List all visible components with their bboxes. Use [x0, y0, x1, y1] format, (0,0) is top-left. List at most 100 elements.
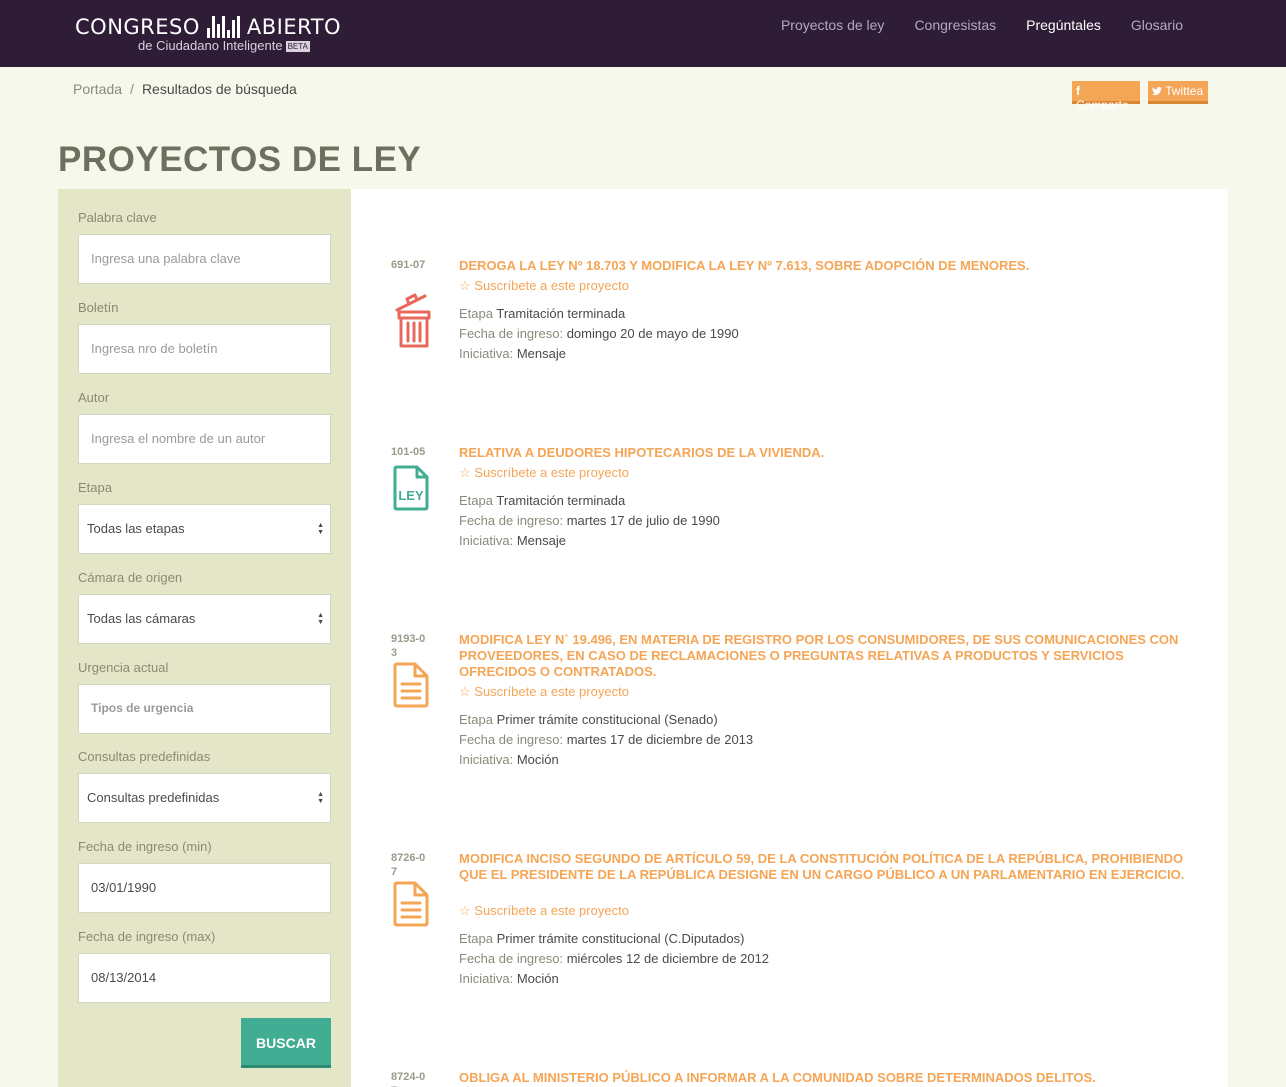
logo-subtitle: de Ciudadano Inteligente BETA: [138, 38, 310, 53]
star-icon: ☆: [459, 903, 471, 918]
keyword-input[interactable]: Ingresa una palabra clave: [78, 234, 331, 284]
nav-item-proyectos[interactable]: Proyectos de ley: [781, 17, 885, 33]
subscribe-link[interactable]: ☆ Suscríbete a este proyecto: [459, 278, 629, 294]
meta-fecha-label: Fecha de ingreso:: [459, 326, 564, 341]
meta-fecha-row: Fecha de ingreso: martes 17 de julio de …: [459, 511, 720, 531]
fecha-max-value: 08/13/2014: [91, 970, 157, 985]
meta-iniciativa-row: Iniciativa: Moción: [459, 750, 753, 770]
meta-fecha-row: Fecha de ingreso: martes 17 de diciembre…: [459, 730, 753, 750]
breadcrumb-current: Resultados de búsqueda: [141, 81, 297, 97]
meta-etapa-value: Tramitación terminada: [496, 306, 626, 321]
bill-title-link[interactable]: DEROGA LA LEY Nº 18.703 Y MODIFICA LA LE…: [459, 258, 1194, 274]
meta-etapa-label: Etapa: [459, 931, 493, 946]
bill-title-link[interactable]: RELATIVA A DEUDORES HIPOTECARIOS DE LA V…: [459, 445, 1194, 461]
subscribe-label: Suscríbete a este proyecto: [474, 278, 629, 293]
meta-iniciativa-row: Iniciativa: Mensaje: [459, 531, 720, 551]
bill-number[interactable]: 8726-07: [391, 851, 431, 879]
facebook-icon: f: [1076, 84, 1080, 98]
subscribe-label: Suscríbete a este proyecto: [474, 684, 629, 699]
site-logo[interactable]: CONGRESO ABIERTO de Ciudadano Inteligent…: [75, 11, 341, 57]
meta-iniciativa-value: Mensaje: [516, 346, 566, 361]
meta-fecha-label: Fecha de ingreso:: [459, 732, 564, 747]
bill-number[interactable]: 9193-03: [391, 632, 431, 660]
page-title: PROYECTOS DE LEY: [58, 140, 422, 179]
select-arrows-icon: ▲ ▼: [317, 791, 324, 805]
bill-meta: Etapa Tramitación terminada Fecha de ing…: [459, 304, 739, 364]
results-list: 691-07 DEROGA LA LEY Nº 18.703 Y MODIFIC…: [351, 189, 1228, 1087]
star-icon: ☆: [459, 465, 471, 480]
urgencia-label: Urgencia actual: [78, 660, 169, 675]
meta-etapa-row: Etapa Primer trámite constitucional (Sen…: [459, 710, 753, 730]
boletin-label: Boletín: [78, 300, 119, 315]
bill-meta: Etapa Tramitación terminada Fecha de ing…: [459, 491, 720, 551]
select-arrows-icon: ▲ ▼: [317, 522, 324, 536]
ley-document-icon: LEY: [391, 465, 441, 525]
nav-item-glosario[interactable]: Glosario: [1131, 17, 1183, 33]
meta-etapa-label: Etapa: [459, 306, 493, 321]
camara-selected: Todas las cámaras: [87, 611, 196, 626]
meta-fecha-value: martes 17 de diciembre de 2013: [566, 732, 754, 747]
camara-select[interactable]: Todas las cámaras ▲ ▼: [78, 594, 331, 644]
meta-etapa-row: Etapa Primer trámite constitucional (C.D…: [459, 929, 769, 949]
meta-iniciativa-label: Iniciativa:: [459, 971, 514, 986]
meta-fecha-value: miércoles 12 de diciembre de 2012: [566, 951, 770, 966]
beta-badge: BETA: [285, 41, 310, 52]
etapa-select[interactable]: Todas las etapas ▲ ▼: [78, 504, 331, 554]
meta-etapa-label: Etapa: [459, 493, 493, 508]
bill-meta: Etapa Primer trámite constitucional (Sen…: [459, 710, 753, 770]
meta-etapa-label: Etapa: [459, 712, 493, 727]
share-twitter-button[interactable]: Twittea: [1148, 81, 1208, 104]
bill-title-link[interactable]: MODIFICA LEY N` 19.496, EN MATERIA DE RE…: [459, 632, 1194, 680]
nav-item-preguntales[interactable]: Pregúntales: [1026, 17, 1101, 33]
star-icon: ☆: [459, 684, 471, 699]
fecha-max-label: Fecha de ingreso (max): [78, 929, 216, 944]
camara-label: Cámara de origen: [78, 570, 183, 585]
meta-iniciativa-row: Iniciativa: Mensaje: [459, 344, 739, 364]
svg-text:LEY: LEY: [398, 488, 424, 503]
meta-etapa-row: Etapa Tramitación terminada: [459, 491, 720, 511]
meta-fecha-label: Fecha de ingreso:: [459, 951, 564, 966]
meta-etapa-value: Tramitación terminada: [496, 493, 626, 508]
boletin-input[interactable]: Ingresa nro de boletín: [78, 324, 331, 374]
subscribe-label: Suscríbete a este proyecto: [474, 465, 629, 480]
meta-iniciativa-label: Iniciativa:: [459, 533, 514, 548]
bill-title-link[interactable]: MODIFICA INCISO SEGUNDO DE ARTÍCULO 59, …: [459, 851, 1194, 883]
bill-number[interactable]: 8724-07: [391, 1070, 431, 1087]
select-arrows-icon: ▲ ▼: [317, 612, 324, 626]
subscribe-label: Suscríbete a este proyecto: [474, 903, 629, 918]
logo-wordmark: CONGRESO ABIERTO: [75, 15, 341, 39]
breadcrumb-home[interactable]: Portada: [73, 81, 122, 97]
document-icon: [391, 881, 441, 941]
bill-meta: Etapa Primer trámite constitucional (C.D…: [459, 929, 769, 989]
boletin-placeholder: Ingresa nro de boletín: [91, 341, 218, 356]
meta-fecha-row: Fecha de ingreso: miércoles 12 de diciem…: [459, 949, 769, 969]
urgencia-placeholder: Tipos de urgencia: [91, 701, 194, 715]
meta-etapa-row: Etapa Tramitación terminada: [459, 304, 739, 324]
bill-title-link[interactable]: OBLIGA AL MINISTERIO PÚBLICO A INFORMAR …: [459, 1070, 1194, 1086]
consultas-selected: Consultas predefinidas: [87, 790, 220, 805]
share-facebook-button[interactable]: f Comparte: [1072, 81, 1140, 112]
bill-number[interactable]: 101-05: [391, 445, 431, 459]
meta-fecha-value: domingo 20 de mayo de 1990: [566, 326, 739, 341]
search-filters-sidebar: Palabra clave Ingresa una palabra clave …: [58, 189, 351, 1087]
consultas-label: Consultas predefinidas: [78, 749, 211, 764]
trash-icon: [391, 290, 441, 350]
meta-iniciativa-value: Moción: [516, 752, 559, 767]
consultas-select[interactable]: Consultas predefinidas ▲ ▼: [78, 773, 331, 823]
fecha-max-input[interactable]: 08/13/2014: [78, 953, 331, 1003]
share-twitter-label: Twittea: [1165, 84, 1204, 98]
meta-iniciativa-label: Iniciativa:: [459, 346, 514, 361]
logo-name-left: CONGRESO: [75, 15, 200, 39]
fecha-min-input[interactable]: 03/01/1990: [78, 863, 331, 913]
star-icon: ☆: [459, 278, 471, 293]
breadcrumb: Portada / Resultados de búsqueda: [73, 81, 297, 97]
bill-number[interactable]: 691-07: [391, 258, 431, 272]
urgencia-input[interactable]: Tipos de urgencia: [78, 684, 331, 734]
subscribe-link[interactable]: ☆ Suscríbete a este proyecto: [459, 903, 629, 919]
subscribe-link[interactable]: ☆ Suscríbete a este proyecto: [459, 684, 629, 700]
autor-input[interactable]: Ingresa el nombre de un autor: [78, 414, 331, 464]
subscribe-link[interactable]: ☆ Suscríbete a este proyecto: [459, 465, 629, 481]
search-button[interactable]: BUSCAR: [241, 1018, 331, 1068]
nav-item-congresistas[interactable]: Congresistas: [914, 17, 996, 33]
navbar: CONGRESO ABIERTO de Ciudadano Inteligent…: [0, 0, 1286, 67]
